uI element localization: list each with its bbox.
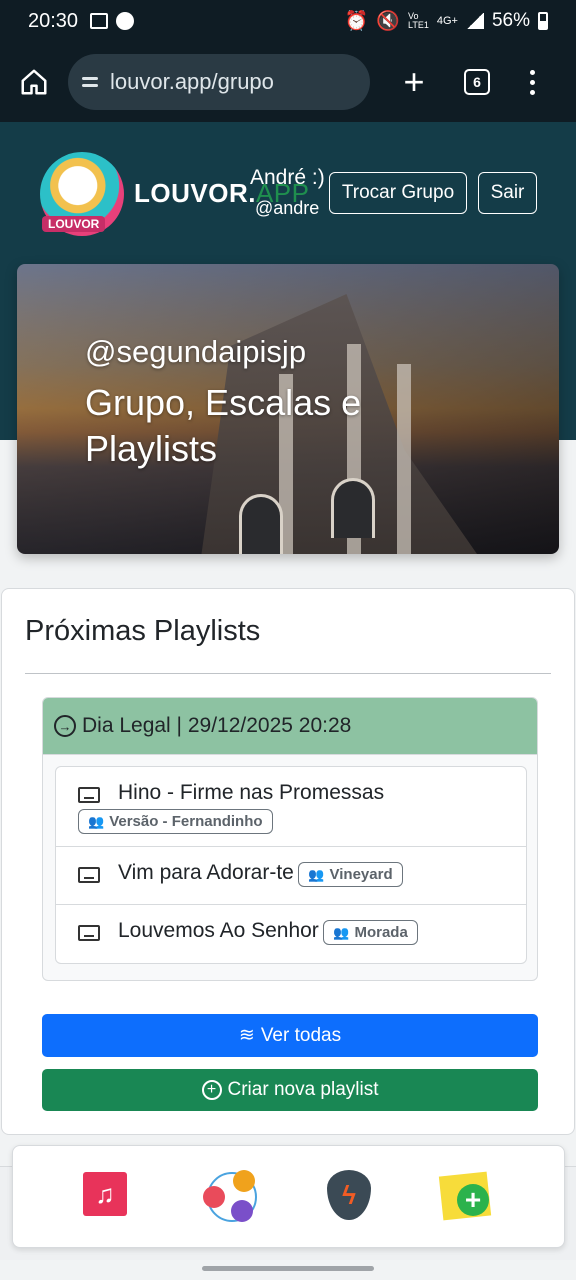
gesture-bar[interactable] <box>202 1266 374 1271</box>
tab-switcher-button[interactable]: 6 <box>464 69 490 95</box>
bottom-nav: ♫ ϟ + <box>12 1145 565 1248</box>
version-badge: 👥 Vineyard <box>298 862 403 888</box>
song-title: Louvemos Ao Senhor <box>118 919 319 942</box>
add-note-icon[interactable]: + <box>438 1170 499 1224</box>
see-all-button[interactable]: ≋ Ver todas <box>42 1014 538 1057</box>
site-settings-icon[interactable] <box>82 77 98 87</box>
music-library-icon[interactable]: ♫ <box>83 1170 149 1224</box>
alarm-icon: ⏰ <box>344 11 369 32</box>
playlist-header[interactable]: → Dia Legal | 29/12/2025 20:28 <box>43 698 537 755</box>
song-item[interactable]: Hino - Firme nas Promessas 👥 Versão - Fe… <box>56 767 526 847</box>
battery-percent: 56% <box>491 10 530 31</box>
song-card-icon <box>78 867 100 883</box>
song-item[interactable]: Vim para Adorar-te 👥 Vineyard <box>56 847 526 905</box>
group-hero-banner: @segundaipisjp Grupo, Escalas e Playlist… <box>17 264 559 554</box>
battery-icon <box>538 12 548 30</box>
user-name: André :) <box>250 166 325 189</box>
gallery-icon <box>90 13 109 29</box>
app-notification-icon <box>116 12 135 30</box>
data-type-label: 4G+ <box>436 15 458 27</box>
group-handle: @segundaipisjp <box>85 334 307 369</box>
song-title: Hino - Firme nas Promessas <box>118 781 385 804</box>
version-badge: 👥 Morada <box>323 920 418 946</box>
divider <box>25 673 551 674</box>
mute-icon: 🔇 <box>376 11 401 32</box>
upcoming-playlists-card: Próximas Playlists → Dia Legal | 29/12/2… <box>1 588 575 1135</box>
members-icon[interactable] <box>203 1170 261 1224</box>
version-badge: 👥 Versão - Fernandinho <box>78 809 273 834</box>
status-time: 20:30 <box>28 9 79 32</box>
song-list: Hino - Firme nas Promessas 👥 Versão - Fe… <box>55 766 527 964</box>
volte-icon: Vo LTE1 <box>408 11 429 30</box>
people-icon: 👥 <box>88 813 105 829</box>
plus-circle-icon: + <box>201 1080 222 1100</box>
playlist-item: → Dia Legal | 29/12/2025 20:28 Hino - Fi… <box>42 697 538 981</box>
new-tab-button[interactable]: + <box>394 61 434 103</box>
song-item[interactable]: Louvemos Ao Senhor 👥 Morada <box>56 905 526 963</box>
logo-text: LOUVOR <box>42 216 106 232</box>
layers-icon: ≋ <box>238 1025 255 1046</box>
song-card-icon <box>78 925 100 941</box>
url-text: louvor.app/grupo <box>110 69 274 94</box>
browser-menu-button[interactable] <box>530 69 535 95</box>
song-title: Vim para Adorar-te <box>118 861 294 884</box>
status-bar: 20:30 ⏰ 🔇 Vo LTE1 4G+ 56% <box>0 0 576 42</box>
user-handle: @andre <box>255 198 320 218</box>
people-icon: 👥 <box>308 866 325 882</box>
create-playlist-button[interactable]: + Criar nova playlist <box>42 1069 538 1111</box>
switch-group-button[interactable]: Trocar Grupo <box>329 172 467 214</box>
pick-icon[interactable]: ϟ <box>325 1170 383 1224</box>
logout-button[interactable]: Sair <box>478 172 537 214</box>
song-card-icon <box>78 787 100 803</box>
playlist-title: Dia Legal | 29/12/2025 20:28 <box>82 714 352 737</box>
address-bar[interactable]: louvor.app/grupo <box>68 54 370 110</box>
card-title: Próximas Playlists <box>25 615 261 647</box>
browser-toolbar: louvor.app/grupo + 6 <box>0 42 576 122</box>
hero-title: Grupo, Escalas e Playlists <box>85 382 362 469</box>
people-icon: 👥 <box>333 924 350 940</box>
arrow-right-circle-icon: → <box>54 715 76 737</box>
home-button[interactable] <box>14 62 54 102</box>
home-icon <box>21 69 47 95</box>
signal-icon <box>465 13 484 29</box>
